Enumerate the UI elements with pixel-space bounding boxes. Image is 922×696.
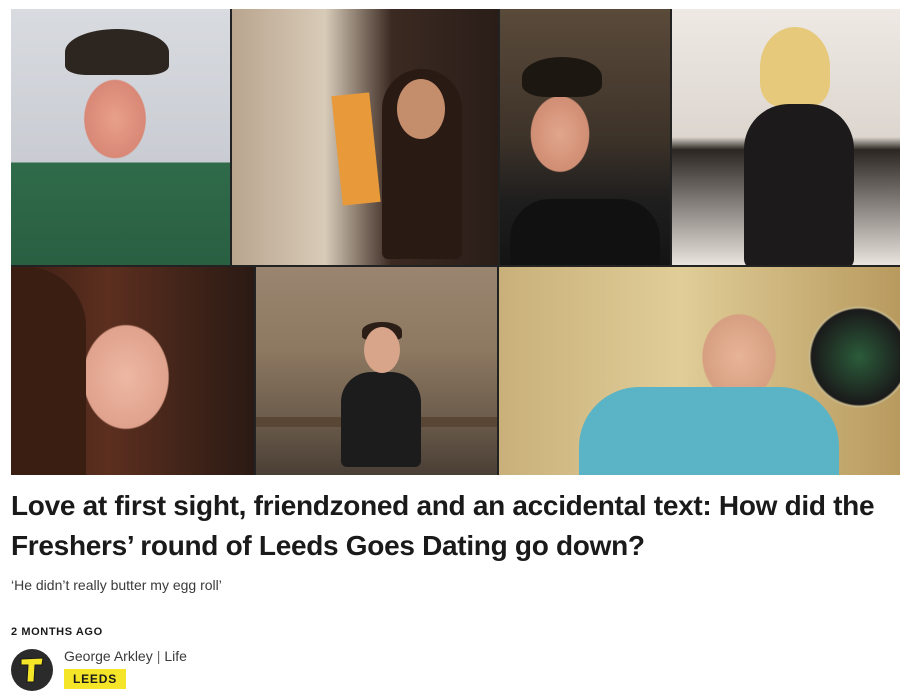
hero-image-collage[interactable] <box>11 9 900 475</box>
location-tag[interactable]: LEEDS <box>64 669 127 689</box>
photo-detail <box>65 29 169 75</box>
photo-contestant-4 <box>672 9 900 265</box>
photo-contestant-3 <box>500 9 670 265</box>
byline: George Arkley | Life <box>64 648 187 664</box>
letter-t-icon <box>20 657 44 683</box>
category-link[interactable]: Life <box>164 648 187 664</box>
article-date: 2 MONTHS AGO <box>11 626 103 638</box>
article-headline[interactable]: Love at first sight, friendzoned and an … <box>11 486 901 566</box>
photo-detail <box>397 79 445 139</box>
photo-detail <box>364 327 400 373</box>
article-subtitle: ‘He didn’t really butter my egg roll’ <box>11 577 222 593</box>
photo-contestant-2 <box>232 9 498 265</box>
tab-logo-icon[interactable] <box>11 649 53 691</box>
photo-contestant-5 <box>11 267 254 475</box>
photo-contestant-7 <box>499 267 900 475</box>
photo-contestant-6 <box>256 267 497 475</box>
photo-detail <box>760 27 830 107</box>
photo-contestant-1 <box>11 9 230 265</box>
author-link[interactable]: George Arkley <box>64 648 153 664</box>
photo-detail <box>522 57 602 97</box>
byline-separator: | <box>156 648 161 664</box>
photo-detail <box>11 267 86 475</box>
photo-detail <box>331 92 381 206</box>
photo-detail <box>341 372 421 467</box>
photo-detail <box>579 387 839 475</box>
photo-detail <box>510 199 660 265</box>
photo-detail <box>744 104 854 265</box>
